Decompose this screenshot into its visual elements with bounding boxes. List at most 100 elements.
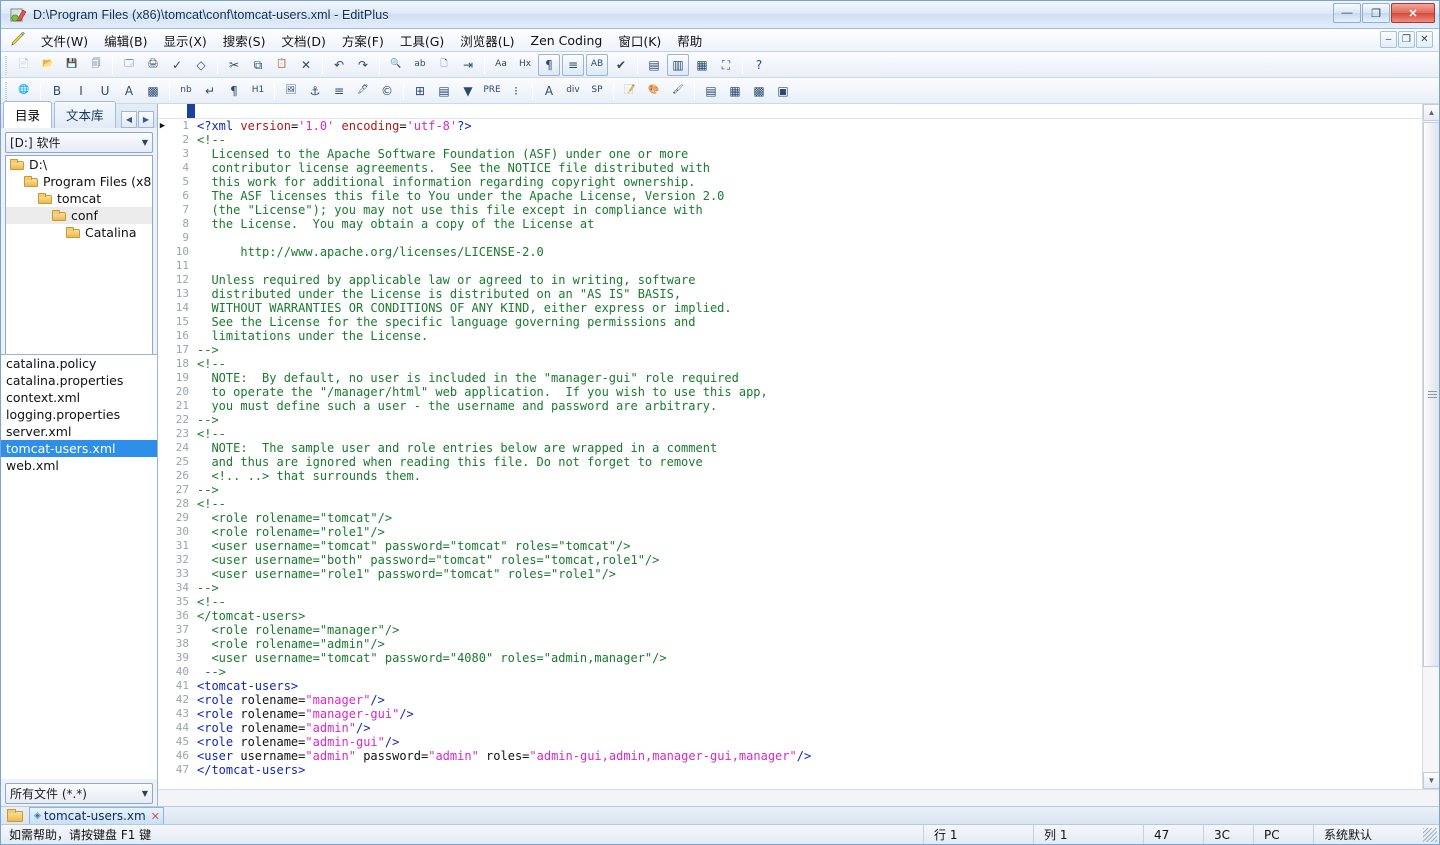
resize-grip-icon[interactable] <box>1423 827 1437 842</box>
tree-item-0[interactable]: D:\ <box>6 156 152 173</box>
underline-icon[interactable]: U <box>94 80 116 102</box>
chevron-right-icon[interactable]: ▶ <box>138 111 154 128</box>
context-help-icon[interactable]: ? <box>748 54 770 76</box>
code-line[interactable]: 26 <!.. ..> that surrounds them. <box>158 469 1422 483</box>
code-line[interactable]: 11 <box>158 259 1422 273</box>
menu-item-5[interactable]: 方案(F) <box>334 28 392 53</box>
font-color-icon[interactable]: A <box>118 80 140 102</box>
line-break-icon[interactable]: ↵ <box>199 80 221 102</box>
spell-check-icon[interactable]: ✓ <box>166 54 188 76</box>
find-in-files-icon[interactable]: 🗋 <box>433 54 455 76</box>
print-icon[interactable]: 🖨 <box>142 54 164 76</box>
properties-window-icon[interactable]: ▣ <box>772 80 794 102</box>
menu-item-10[interactable]: 帮助 <box>669 28 710 53</box>
pre-tag-icon[interactable]: PRE <box>481 80 503 102</box>
code-line[interactable]: 6 The ASF licenses this file to You unde… <box>158 189 1422 203</box>
code-line[interactable]: 10 http://www.apache.org/licenses/LICENS… <box>158 245 1422 259</box>
minimize-button[interactable]: — <box>1333 3 1361 23</box>
toolbar-grip[interactable] <box>4 54 10 75</box>
file-item-2[interactable]: context.xml <box>1 389 157 406</box>
table-row-icon[interactable]: ▤ <box>433 80 455 102</box>
tree-item-4[interactable]: Catalina <box>6 224 152 241</box>
toolbar-grip[interactable] <box>4 80 10 101</box>
page-setup-icon[interactable]: 🗔 <box>118 54 140 76</box>
code-line[interactable]: 32 <user username="both" password="tomca… <box>158 553 1422 567</box>
code-line[interactable]: 34 --> <box>158 581 1422 595</box>
color-palette-icon[interactable]: ▩ <box>142 80 164 102</box>
tree-item-1[interactable]: Program Files (x8 <box>6 173 152 190</box>
list-icon[interactable]: ⁝ <box>505 80 527 102</box>
highlight-icon[interactable]: 🖊 <box>352 80 374 102</box>
code-line[interactable]: 12 Unless required by applicable law or … <box>158 273 1422 287</box>
close-button[interactable]: ✕ <box>1391 3 1435 23</box>
menu-item-9[interactable]: 窗口(K) <box>610 28 669 53</box>
mdi-minimize-button[interactable]: – <box>1380 31 1397 48</box>
file-item-0[interactable]: catalina.policy <box>1 355 157 372</box>
align-icon[interactable]: ≡ <box>328 80 350 102</box>
open-file-icon[interactable]: 📂 <box>37 54 59 76</box>
heading-icon[interactable]: H1 <box>247 80 269 102</box>
browser-preview-icon[interactable]: 🌐 <box>13 80 35 102</box>
style-picker-icon[interactable]: 🖌 <box>667 80 689 102</box>
menu-item-4[interactable]: 文档(D) <box>274 28 334 53</box>
insert-anchor-tag-icon[interactable]: A <box>538 80 560 102</box>
copy-icon[interactable]: ⧉ <box>247 54 269 76</box>
save-all-icon[interactable]: 🗐 <box>85 54 107 76</box>
menu-item-0[interactable]: 文件(W) <box>33 28 96 53</box>
code-line[interactable]: 45 <role rolename="admin-gui"/> <box>158 735 1422 749</box>
code-line[interactable]: 13 distributed under the License is dist… <box>158 287 1422 301</box>
code-line[interactable]: 18 <!-- <box>158 357 1422 371</box>
scroll-thumb[interactable] <box>1423 122 1439 667</box>
editor-vertical-scrollbar[interactable]: ▲ ▼ <box>1422 104 1439 789</box>
menu-item-8[interactable]: Zen Coding <box>523 30 611 51</box>
code-line[interactable]: 19 NOTE: By default, no user is included… <box>158 371 1422 385</box>
code-line[interactable]: 2 <!-- <box>158 133 1422 147</box>
code-line[interactable]: 17 --> <box>158 343 1422 357</box>
paste-icon[interactable]: 📋 <box>271 54 293 76</box>
table-cell-icon[interactable]: ▼ <box>457 80 479 102</box>
code-line[interactable]: 20 to operate the "/manager/html" web ap… <box>158 385 1422 399</box>
code-line[interactable]: 38 <role rolename="admin"/> <box>158 637 1422 651</box>
code-line[interactable]: 33 <user username="role1" password="tomc… <box>158 567 1422 581</box>
code-line[interactable]: ▶ 1 <?xml version='1.0' encoding='utf-8'?> <box>158 119 1422 133</box>
paragraph-icon[interactable]: ¶ <box>223 80 245 102</box>
code-line[interactable]: 37 <role rolename="manager"/> <box>158 623 1422 637</box>
code-line[interactable]: 46 <user username="admin" password="admin… <box>158 749 1422 763</box>
menu-item-3[interactable]: 搜索(S) <box>215 28 274 53</box>
save-file-icon[interactable]: 💾 <box>61 54 83 76</box>
code-line[interactable]: 40 --> <box>158 665 1422 679</box>
mdi-restore-button[interactable]: ❐ <box>1398 31 1415 48</box>
layout-window-icon[interactable]: ▦ <box>724 80 746 102</box>
toggle-case-icon[interactable]: Aa <box>490 54 512 76</box>
maximize-button[interactable]: ❐ <box>1362 3 1390 23</box>
toggle-output-window-icon[interactable]: ▤ <box>643 54 665 76</box>
code-line[interactable]: 9 <box>158 231 1422 245</box>
new-file-icon[interactable]: 📄 <box>13 54 35 76</box>
code-line[interactable]: 4 contributor license agreements. See th… <box>158 161 1422 175</box>
panel-tab-1[interactable]: 文本库 <box>54 101 116 128</box>
anchor-icon[interactable]: ⚓ <box>304 80 326 102</box>
show-spaces-icon[interactable]: AB <box>586 53 608 76</box>
file-item-1[interactable]: catalina.properties <box>1 372 157 389</box>
chevron-left-icon[interactable]: ◀ <box>121 111 137 128</box>
panel-tab-0[interactable]: 目录 <box>3 101 53 128</box>
file-list[interactable]: catalina.policy catalina.properties contex… <box>1 354 157 779</box>
edit-note-icon[interactable]: 📝 <box>619 80 641 102</box>
color-window-icon[interactable]: ▩ <box>748 80 770 102</box>
editor-horizontal-scroll-area[interactable] <box>158 789 1439 806</box>
document-tab-tomcat-users[interactable]: ◈ tomcat-users.xm ✕ <box>29 807 164 824</box>
file-item-3[interactable]: logging.properties <box>1 406 157 423</box>
code-line[interactable]: 29 <role rolename="tomcat"/> <box>158 511 1422 525</box>
replace-icon[interactable]: ab <box>409 54 431 76</box>
code-line[interactable]: 35 <!-- <box>158 595 1422 609</box>
mdi-close-button[interactable]: ✕ <box>1416 31 1433 48</box>
italic-icon[interactable]: I <box>70 80 92 102</box>
full-screen-icon[interactable]: ⛶ <box>715 54 737 76</box>
code-line[interactable]: 24 NOTE: The sample user and role entrie… <box>158 441 1422 455</box>
tree-item-2[interactable]: tomcat <box>6 190 152 207</box>
form-window-icon[interactable]: ▤ <box>700 80 722 102</box>
file-item-4[interactable]: server.xml <box>1 423 157 440</box>
code-line[interactable]: 14 WITHOUT WARRANTIES OR CONDITIONS OF A… <box>158 301 1422 315</box>
tree-item-3[interactable]: conf <box>6 207 152 224</box>
code-line[interactable]: 21 you must define such a user - the use… <box>158 399 1422 413</box>
